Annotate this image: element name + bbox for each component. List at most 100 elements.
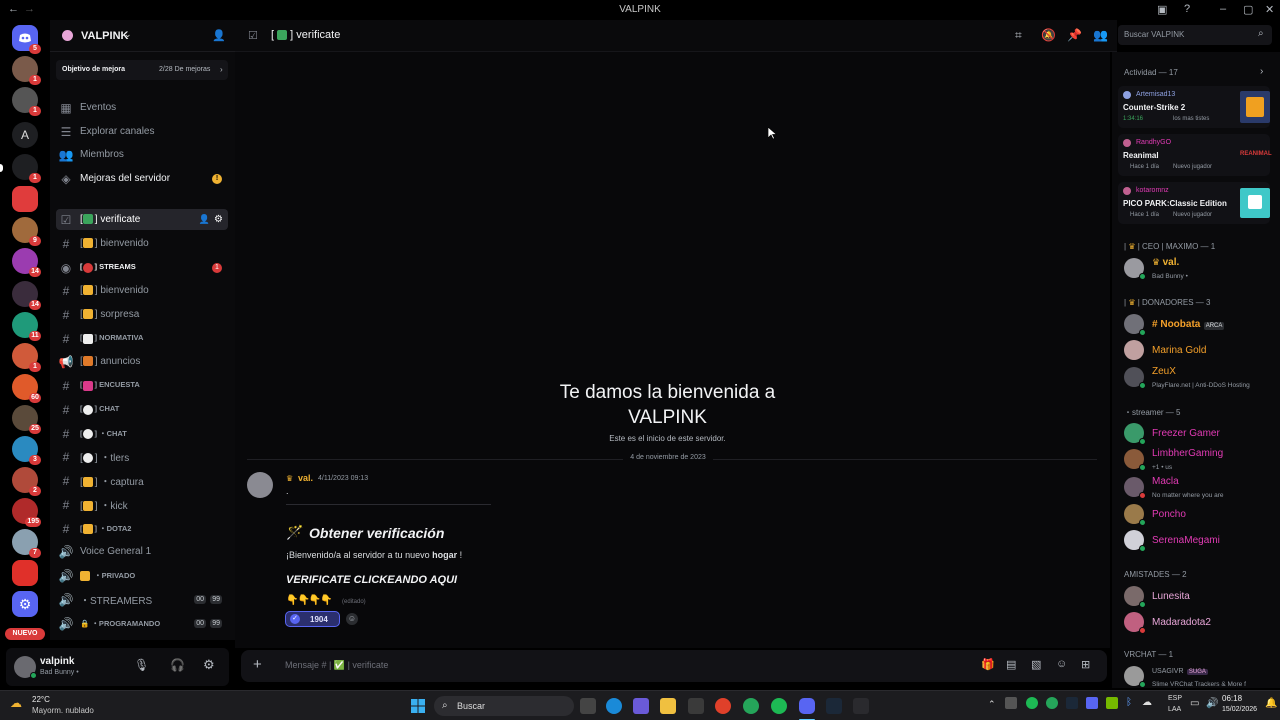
server-header[interactable]: VALPINK ⌄ 👤 (50, 20, 235, 52)
apps-icon[interactable]: ⊞ (1081, 658, 1090, 671)
server-icon[interactable]: 3 (12, 436, 41, 465)
discord-tray-icon[interactable] (1086, 697, 1098, 709)
task-view-icon[interactable] (580, 698, 596, 714)
volume-icon[interactable]: 🔊 (1206, 698, 1218, 709)
server-icon[interactable]: 7 (12, 529, 41, 558)
activity-card[interactable]: RandhyGO Reanimal Hace 1 día Nuevo jugad… (1118, 134, 1272, 176)
member-item[interactable]: Lunesita (1124, 584, 1274, 608)
maximize-icon[interactable]: ▢ (1243, 3, 1253, 16)
gear-icon[interactable]: ⚙ (203, 657, 215, 673)
add-member-icon[interactable]: 👤 (199, 214, 210, 225)
windows-start-icon[interactable] (410, 698, 426, 714)
channel-verificate[interactable]: ☑[] verificate 👤 ⚙ (56, 209, 228, 230)
gif-icon[interactable]: ▤ (1006, 658, 1016, 671)
threads-icon[interactable]: ⌗ (1015, 28, 1022, 43)
spotify-icon[interactable] (771, 698, 787, 714)
channel-chat-2[interactable]: #[] ・CHAT (56, 423, 228, 444)
language-code[interactable]: ESP (1168, 695, 1182, 702)
server-icon[interactable]: 2 (12, 467, 41, 496)
member-item[interactable]: LimbherGaming +1 • us (1124, 447, 1274, 471)
channel-captura[interactable]: #[] ・captura (56, 470, 228, 491)
member-item[interactable]: Macla No matter where you are (1124, 475, 1274, 499)
close-icon[interactable]: ✕ (1265, 3, 1274, 16)
channel-bienvenido-2[interactable]: #[] bienvenido (56, 280, 228, 301)
channel-bienvenido[interactable]: #[] bienvenido (56, 233, 228, 254)
server-icon-a[interactable]: A (12, 122, 38, 148)
gift-icon[interactable]: 🎁 (981, 658, 995, 671)
channel-tlers[interactable]: #[] ・tlers (56, 446, 228, 467)
discord-icon[interactable] (799, 698, 815, 714)
gear-icon[interactable]: ⚙ (214, 214, 223, 225)
steam-tray-icon[interactable] (1066, 697, 1078, 709)
server-icon[interactable]: 1 (12, 87, 41, 116)
nav-browse-channels[interactable]: ☰ Explorar canales (56, 121, 228, 142)
channel-encuesta[interactable]: #[] ENCUESTA (56, 375, 228, 396)
terminal-icon[interactable] (853, 698, 869, 714)
clock-date[interactable]: 15/02/2026 (1222, 706, 1257, 713)
member-item[interactable]: ZeuX PlayFlare.net | Anti-DDoS Hosting (1124, 365, 1274, 389)
tray-icon[interactable] (1005, 697, 1017, 709)
network-icon[interactable]: ▭ (1190, 698, 1199, 709)
nav-members[interactable]: 👥 Miembros (56, 144, 228, 165)
voice-channel-streamers[interactable]: 🔊 ・STREAMERS 00 99 (56, 589, 228, 610)
server-icon[interactable]: 25 (12, 405, 41, 434)
chevron-up-icon[interactable]: ⌃ (988, 699, 996, 710)
avatar[interactable] (247, 472, 273, 498)
voice-channel-privado[interactable]: 🔊 ・PRIVADO (56, 565, 228, 586)
channel-chat[interactable]: #[] CHAT (56, 399, 228, 420)
emoji-icon[interactable]: ☺ (1056, 658, 1067, 670)
edge-icon[interactable] (606, 698, 622, 714)
microphone-icon[interactable]: 🎙 (134, 658, 149, 672)
member-item[interactable]: Madaradota2 (1124, 610, 1274, 634)
bluetooth-icon[interactable]: ᛒ (1126, 697, 1132, 708)
sticker-icon[interactable]: ▧ (1031, 658, 1041, 671)
clock-time[interactable]: 06:18 (1222, 694, 1242, 703)
server-icon[interactable] (12, 186, 38, 212)
nvidia-tray-icon[interactable] (1106, 697, 1118, 709)
spotify-tray-icon[interactable] (1026, 697, 1038, 709)
notification-bell-icon[interactable]: 🔔 (1265, 698, 1277, 709)
server-icon-valpink[interactable]: 1 (12, 154, 41, 183)
server-icon[interactable]: 1 (12, 343, 41, 372)
activity-card[interactable]: kotaromnz PICO PARK:Classic Edition Hace… (1118, 182, 1270, 224)
member-item[interactable]: Marina Gold (1124, 338, 1274, 362)
invite-icon[interactable]: 👤 (212, 29, 226, 42)
nav-events[interactable]: ▦ Eventos (56, 97, 228, 118)
nav-server-boosts[interactable]: ◈ Mejoras del servidor ! (56, 168, 228, 189)
channel-anuncios[interactable]: 📢[] anuncios (56, 351, 228, 372)
member-item[interactable]: # Noobata ARCA (1124, 312, 1274, 336)
message-author[interactable]: val. (298, 473, 313, 483)
server-icon[interactable]: 14 (12, 281, 41, 310)
channel-sorpresa[interactable]: #[] sorpresa (56, 304, 228, 325)
member-item[interactable]: SerenaMegami (1124, 528, 1274, 552)
voice-channel-general[interactable]: 🔊 Voice General 1 (56, 541, 228, 562)
file-explorer-icon[interactable] (660, 698, 676, 714)
channel-normativa[interactable]: #[] NORMATIVA (56, 328, 228, 349)
member-item[interactable]: Poncho (1124, 502, 1274, 526)
mute-bell-icon[interactable]: 🔕 (1041, 28, 1056, 42)
server-icon[interactable]: 14 (12, 248, 41, 277)
headphones-icon[interactable]: 🎧 (170, 658, 185, 672)
store-icon[interactable] (688, 698, 704, 714)
whatsapp-tray-icon[interactable] (1046, 697, 1058, 709)
weather-icon[interactable]: ☁ (10, 696, 22, 710)
gear-icon[interactable]: ⚙ (12, 591, 38, 617)
server-icon[interactable]: 1 (12, 56, 41, 85)
pin-icon[interactable]: 📌 (1067, 28, 1082, 42)
message-composer[interactable]: + Mensaje # | ✅ | verificate 🎁 ▤ ▧ ☺ ⊞ (241, 650, 1107, 682)
server-icon[interactable] (12, 560, 38, 586)
member-item[interactable]: ♛ val. Bad Bunny • (1124, 256, 1274, 280)
server-icon[interactable]: 9 (12, 217, 41, 246)
plus-icon[interactable]: + (253, 656, 262, 673)
server-icon[interactable]: 195 (12, 498, 41, 527)
add-reaction-icon[interactable]: ☺ (346, 613, 358, 625)
chevron-right-icon[interactable]: › (1260, 66, 1263, 77)
chrome-icon[interactable] (715, 698, 731, 714)
taskbar-search[interactable]: ⌕ Buscar (434, 696, 574, 716)
help-icon[interactable]: ? (1184, 3, 1190, 15)
voice-channel-programando[interactable]: 🔊 🔒 ・PROGRAMANDO 00 99 (56, 613, 228, 634)
server-icon[interactable]: 60 (12, 374, 41, 403)
new-badge[interactable]: NUEVO (5, 628, 45, 640)
inbox-icon[interactable]: ▣ (1157, 3, 1167, 16)
search-input[interactable]: Buscar VALPINK ⌕ (1118, 25, 1272, 45)
